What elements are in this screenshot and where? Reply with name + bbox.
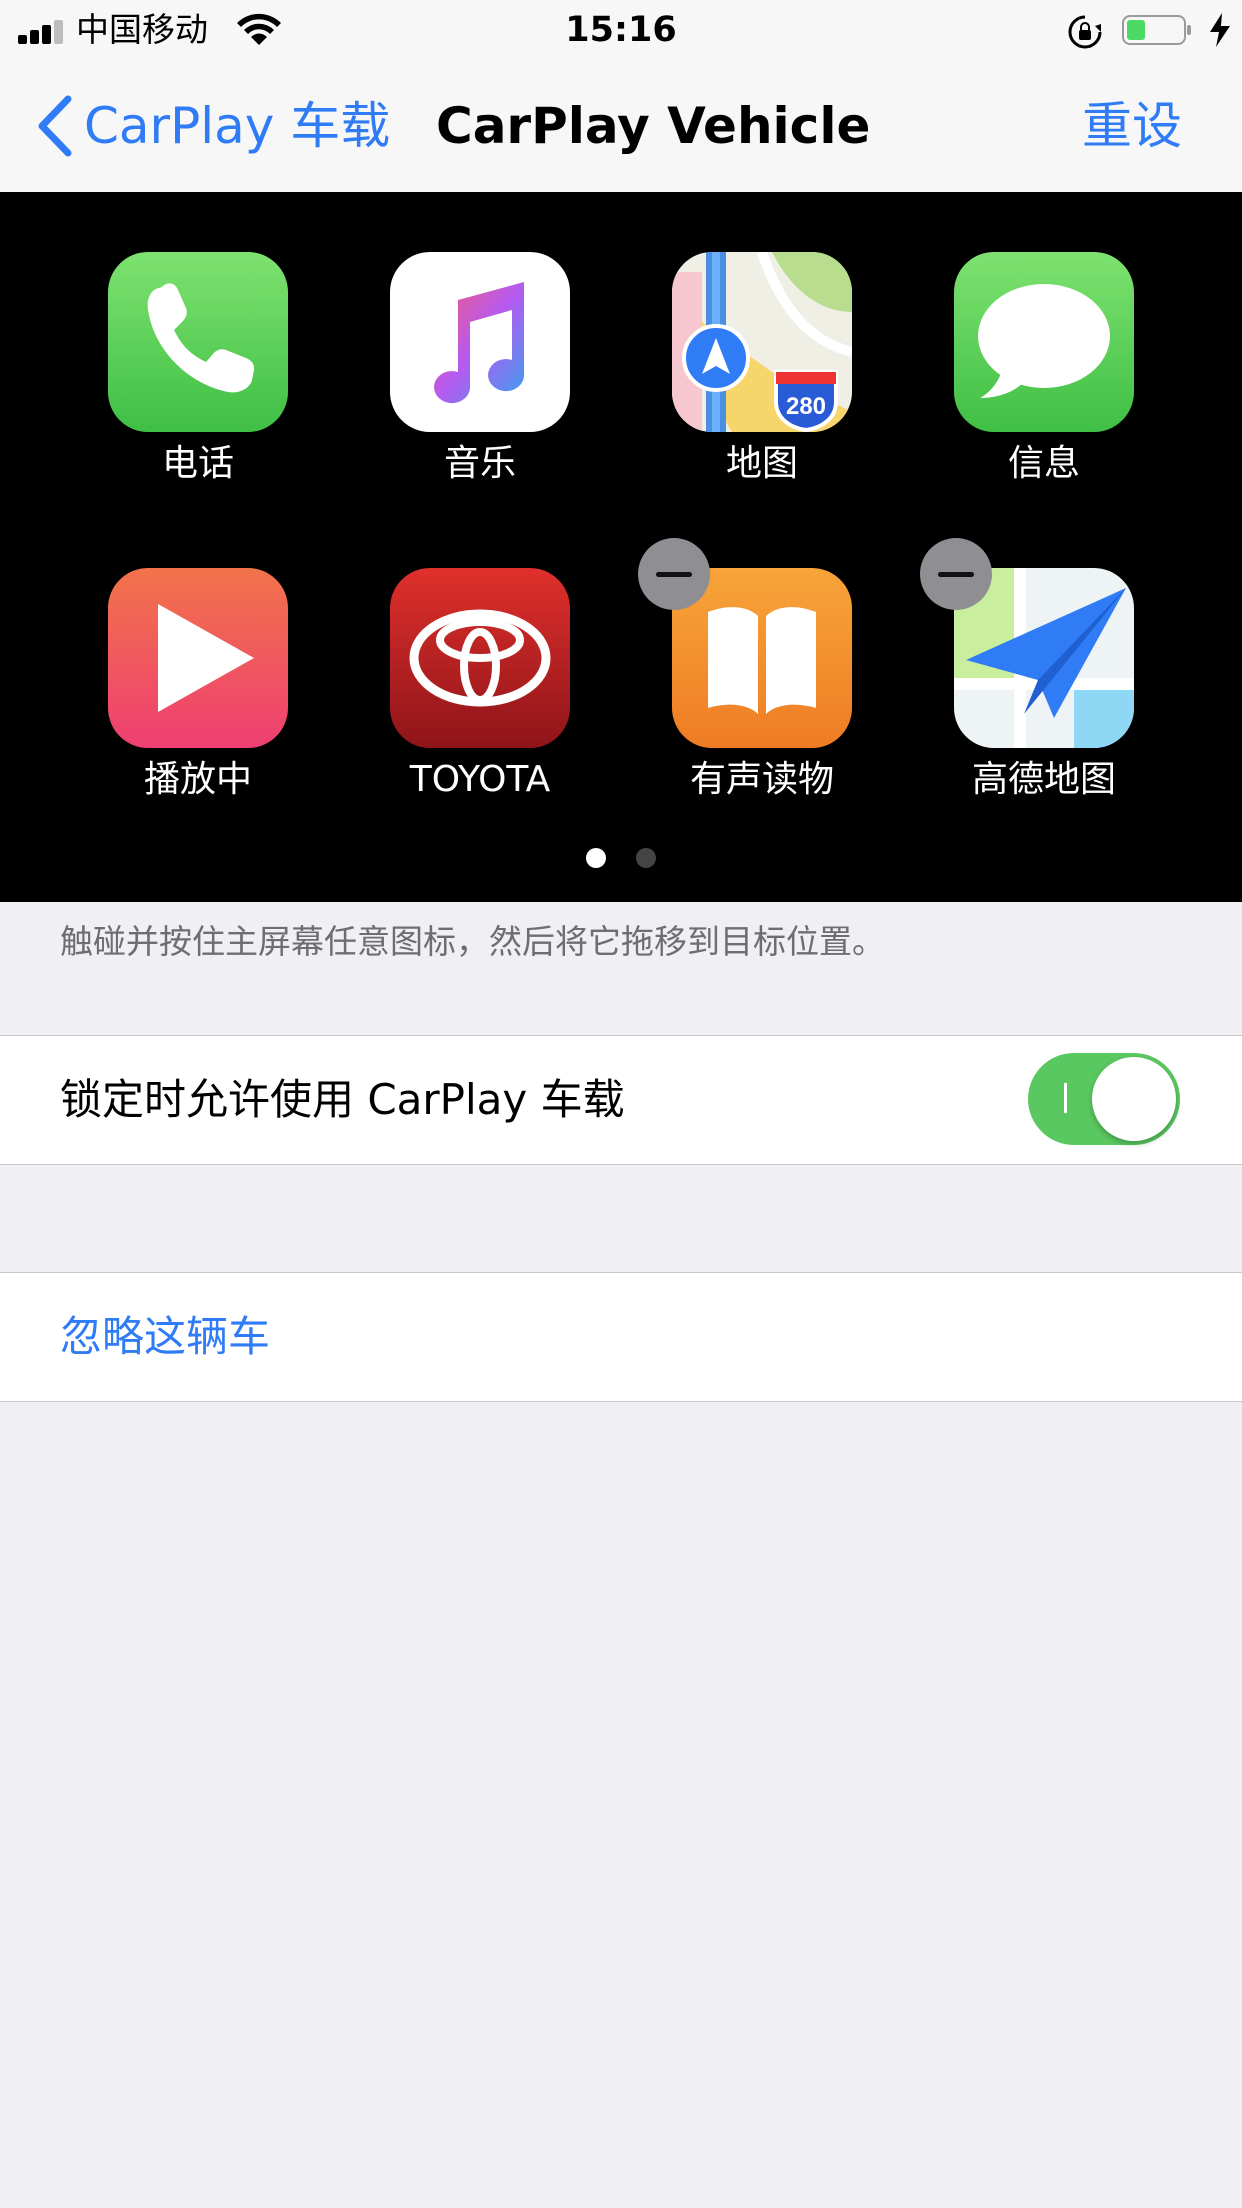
app-label: 信息 — [1007, 443, 1080, 484]
music-icon — [390, 252, 570, 432]
app-label: 电话 — [161, 443, 234, 484]
navigation-bar: CarPlay 车载 CarPlay Vehicle 重设 — [0, 60, 1242, 192]
forget-car-row[interactable]: 忽略这辆车 — [0, 1272, 1242, 1402]
chevron-left-icon — [38, 95, 72, 157]
page-indicator[interactable] — [0, 848, 1242, 872]
phone-icon — [108, 252, 288, 432]
now-playing-icon — [108, 568, 288, 748]
app-label: 高德地图 — [971, 759, 1116, 800]
app-toyota[interactable]: TOYOTA — [390, 568, 570, 804]
app-phone[interactable]: 电话 — [108, 252, 288, 488]
app-music[interactable]: 音乐 — [390, 252, 570, 488]
app-label: 有声读物 — [689, 759, 834, 800]
app-label: 播放中 — [143, 759, 252, 800]
back-button[interactable]: CarPlay 车载 — [36, 95, 391, 157]
back-button-label: CarPlay 车载 — [84, 97, 391, 155]
status-bar: 中国移动 15:16 — [0, 0, 1242, 60]
status-time: 15:16 — [565, 10, 677, 50]
orientation-lock-icon — [1068, 15, 1102, 49]
carplay-home-preview: 电话 音乐 280 地图 信息 播放中 TOYOTA 有声读物 高德地图 — [0, 192, 1242, 902]
battery-icon — [1122, 15, 1191, 45]
page-dot-active — [586, 848, 607, 868]
charging-bolt-icon — [1210, 13, 1230, 47]
app-maps[interactable]: 280 地图 — [672, 252, 852, 488]
app-label: TOYOTA — [409, 759, 551, 800]
app-label: 地图 — [725, 443, 798, 484]
maps-icon: 280 — [672, 252, 852, 432]
rearrange-hint: 触碰并按住主屏幕任意图标，然后将它拖移到目标位置。 — [60, 922, 885, 961]
app-amap[interactable]: 高德地图 — [954, 568, 1134, 804]
allow-when-locked-label: 锁定时允许使用 CarPlay 车载 — [60, 1075, 625, 1124]
reset-button[interactable]: 重设 — [1082, 96, 1182, 156]
toggle-knob — [1092, 1057, 1176, 1141]
app-now-playing[interactable]: 播放中 — [108, 568, 288, 804]
messages-icon — [954, 252, 1134, 432]
app-audiobooks[interactable]: 有声读物 — [672, 568, 852, 804]
app-label: 音乐 — [443, 443, 516, 484]
remove-amap-button[interactable] — [920, 538, 992, 610]
forget-car-button[interactable]: 忽略这辆车 — [60, 1307, 270, 1367]
allow-when-locked-toggle[interactable] — [1028, 1053, 1180, 1145]
allow-when-locked-row: 锁定时允许使用 CarPlay 车载 — [0, 1035, 1242, 1165]
app-messages[interactable]: 信息 — [954, 252, 1134, 488]
page-title: CarPlay Vehicle — [436, 97, 871, 155]
page-dot — [635, 848, 656, 868]
toggle-on-indicator — [1064, 1083, 1067, 1113]
remove-audiobooks-button[interactable] — [638, 538, 710, 610]
toyota-icon — [390, 568, 570, 748]
maps-badge-text: 280 — [786, 393, 826, 420]
